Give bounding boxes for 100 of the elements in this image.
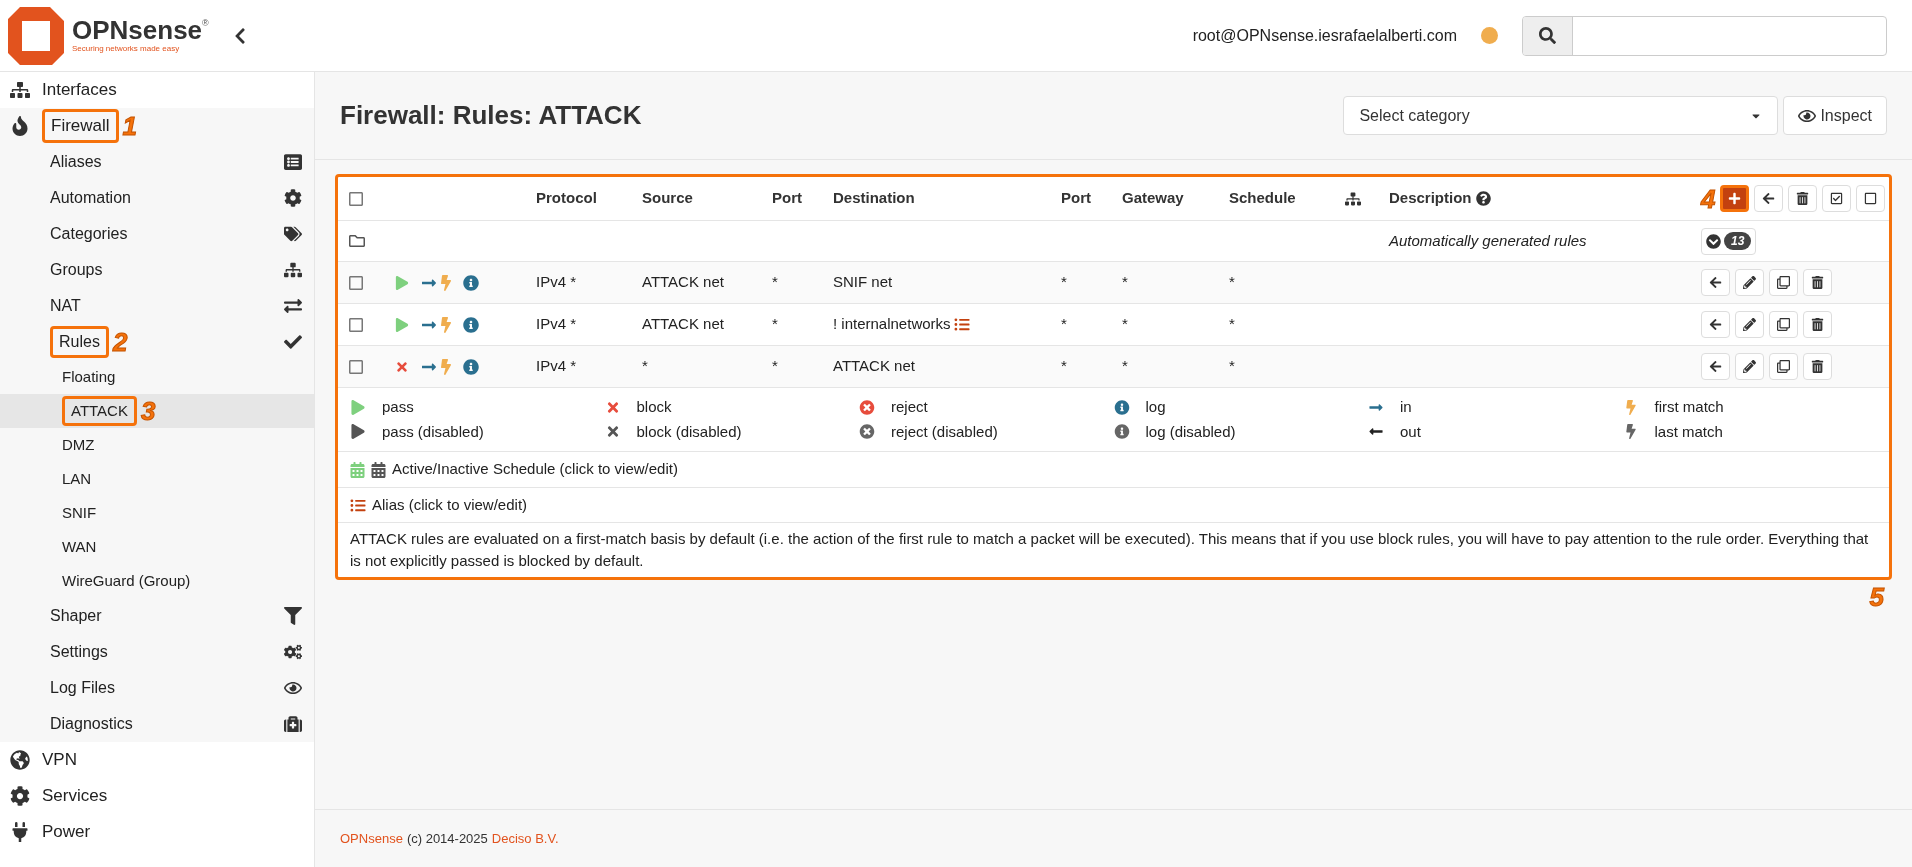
- inspect-button[interactable]: Inspect: [1783, 96, 1887, 135]
- sidebar-item[interactable]: Rules: [50, 326, 109, 358]
- calendar-icon: [371, 461, 386, 478]
- search-field[interactable]: [1522, 15, 1887, 56]
- category-select[interactable]: Select category: [1343, 96, 1779, 135]
- sidebar-item[interactable]: Categories: [50, 222, 128, 246]
- registered-mark: ®: [202, 16, 209, 28]
- delete-button[interactable]: [1788, 185, 1818, 212]
- edit-button[interactable]: [1735, 353, 1764, 380]
- sidebar-item[interactable]: Interfaces: [42, 77, 117, 103]
- footer-link[interactable]: OPNsense: [340, 828, 403, 849]
- checkbox[interactable]: [348, 190, 364, 207]
- page-title: Firewall: Rules: ATTACK: [340, 99, 642, 132]
- logo-icon: [8, 6, 64, 65]
- table-cell-text: *: [1060, 356, 1068, 377]
- bolt-icon: [439, 316, 453, 333]
- annotation-number: 5: [1869, 584, 1884, 610]
- move-button[interactable]: [1701, 353, 1730, 380]
- footer-link[interactable]: Deciso B.V.: [491, 828, 559, 849]
- trash-icon: [1811, 360, 1824, 373]
- table-cell-text: ! internalnetworks: [833, 314, 951, 335]
- sidebar-item[interactable]: Log Files: [50, 676, 115, 700]
- table-cell-text: *: [1060, 272, 1068, 293]
- sidebar-item[interactable]: LAN: [62, 467, 92, 491]
- legend-label: log: [1145, 397, 1166, 417]
- annotation-number: 3: [140, 398, 156, 424]
- sidebar-item[interactable]: Groups: [50, 258, 103, 282]
- trash-icon: [1811, 276, 1824, 289]
- expand-button[interactable]: 13: [1701, 227, 1757, 255]
- sidebar-item[interactable]: Power: [42, 819, 91, 845]
- legend-label: log (disabled): [1145, 421, 1236, 442]
- sidebar-item[interactable]: Diagnostics: [50, 712, 133, 736]
- copy-icon: [1777, 276, 1790, 289]
- calendar-icon: [350, 461, 365, 478]
- move-button[interactable]: [1701, 269, 1730, 296]
- info-icon: [1113, 399, 1130, 415]
- add-button[interactable]: [1720, 185, 1750, 212]
- legend-label: first match: [1654, 397, 1724, 417]
- alias-list-icon[interactable]: [953, 317, 970, 332]
- gear-icon: [284, 189, 302, 207]
- sidebar-item[interactable]: Automation: [50, 186, 131, 210]
- move-button[interactable]: [1701, 311, 1730, 338]
- move-button[interactable]: [1754, 185, 1784, 212]
- delete-button[interactable]: [1803, 311, 1832, 338]
- folder-icon[interactable]: [348, 233, 366, 249]
- user-name[interactable]: root@OPNsense.iesrafaelalberti.com: [1192, 23, 1457, 48]
- enable-button[interactable]: [1822, 185, 1852, 212]
- sidebar-item[interactable]: WAN: [62, 535, 97, 559]
- disable-button[interactable]: [1856, 185, 1886, 212]
- legend-label: pass (disabled): [382, 421, 484, 442]
- plus-icon: [1728, 192, 1742, 205]
- sidebar-item[interactable]: Services: [42, 783, 108, 809]
- swap-arrows-icon: [284, 297, 302, 315]
- table-cell-text: *: [1060, 314, 1068, 335]
- help-icon: [1475, 191, 1491, 206]
- sidebar-item[interactable]: WireGuard (Group): [62, 569, 191, 593]
- copy-button[interactable]: [1769, 269, 1798, 296]
- table-cell-text: *: [641, 356, 649, 377]
- checkbox[interactable]: [348, 274, 364, 291]
- edit-button[interactable]: [1735, 269, 1764, 296]
- delete-button[interactable]: [1803, 353, 1832, 380]
- globe-icon: [10, 750, 30, 770]
- sidebar-item[interactable]: SNIF: [62, 501, 97, 525]
- table-cell-text: *: [1228, 272, 1236, 293]
- list-icon: [284, 153, 302, 171]
- copy-button[interactable]: [1769, 353, 1798, 380]
- sidebar-item[interactable]: NAT: [50, 294, 81, 318]
- checked-box-icon: [1830, 192, 1844, 205]
- annotation-number: 2: [112, 329, 128, 355]
- legend-label: in: [1400, 397, 1412, 417]
- table-cell-text: IPv4 *: [535, 356, 578, 377]
- play-icon: [350, 424, 366, 440]
- column-header: Protocol: [535, 188, 598, 209]
- sidebar-item[interactable]: Shaper: [50, 604, 102, 628]
- delete-button[interactable]: [1803, 269, 1832, 296]
- legend-label: out: [1400, 421, 1421, 442]
- column-header: Source: [641, 188, 694, 209]
- info-icon: [463, 274, 479, 291]
- table-cell-text: ATTACK net: [641, 314, 725, 335]
- left-arrow-icon: [1709, 360, 1722, 373]
- tags-icon: [284, 225, 302, 243]
- copy-button[interactable]: [1769, 311, 1798, 338]
- left-arrow-icon: [1709, 318, 1722, 331]
- table-cell-text: IPv4 *: [535, 272, 578, 293]
- trash-icon: [1811, 318, 1824, 331]
- sidebar-item[interactable]: ATTACK: [62, 395, 137, 427]
- sidebar-item[interactable]: Aliases: [50, 150, 102, 174]
- edit-button[interactable]: [1735, 311, 1764, 338]
- sidebar-item[interactable]: Floating: [62, 365, 116, 389]
- sidebar-item[interactable]: Settings: [50, 640, 108, 664]
- sidebar-item[interactable]: DMZ: [62, 433, 95, 457]
- medkit-icon: [284, 715, 302, 733]
- checkbox[interactable]: [348, 316, 364, 333]
- sidebar-item[interactable]: VPN: [42, 747, 77, 773]
- legend-label: reject (disabled): [891, 421, 998, 442]
- checkbox[interactable]: [348, 358, 364, 375]
- table-cell-text: *: [1228, 356, 1236, 377]
- column-header: Gateway: [1121, 188, 1185, 209]
- filter-icon: [284, 607, 302, 625]
- group-description: Automatically generated rules: [1387, 230, 1588, 251]
